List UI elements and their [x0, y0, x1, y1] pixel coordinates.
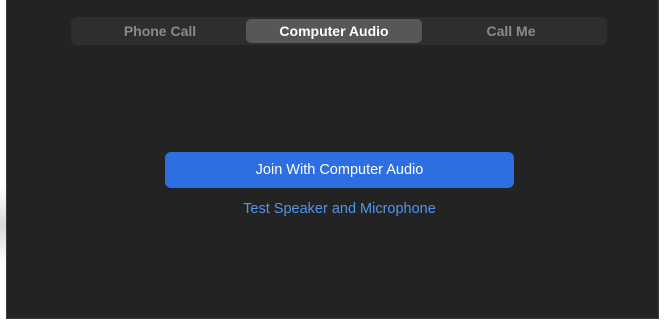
tab-phone-call[interactable]: Phone Call: [74, 19, 246, 43]
audio-option-tabs: Phone Call Computer Audio Call Me: [71, 17, 607, 45]
audio-dialog: Phone Call Computer Audio Call Me Join W…: [6, 0, 659, 319]
tab-call-me[interactable]: Call Me: [422, 19, 600, 43]
tab-computer-audio[interactable]: Computer Audio: [246, 19, 422, 43]
test-speaker-microphone-link[interactable]: Test Speaker and Microphone: [165, 201, 514, 217]
join-with-computer-audio-button[interactable]: Join With Computer Audio: [165, 152, 514, 188]
